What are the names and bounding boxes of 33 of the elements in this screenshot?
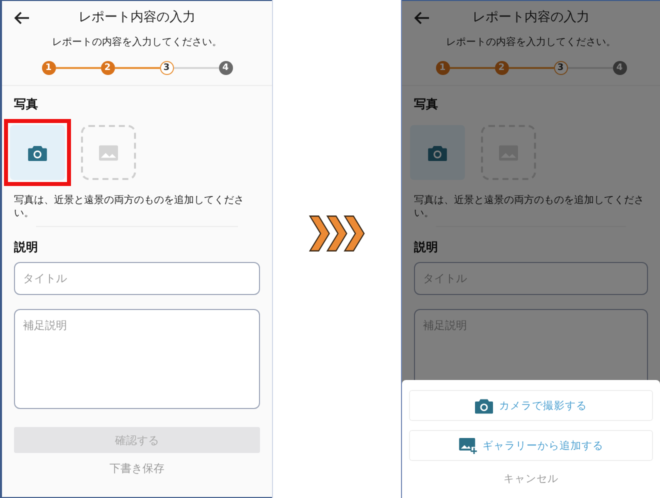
camera-slot[interactable] bbox=[410, 125, 465, 180]
instruction-text: レポートの内容を入力してください。 bbox=[445, 36, 617, 49]
screen-title: レポート内容の入力 bbox=[78, 9, 196, 26]
step-indicator: 2 bbox=[494, 61, 508, 75]
section-heading: 写真 bbox=[14, 96, 39, 113]
cancel-button[interactable]: キャンセル bbox=[502, 470, 560, 488]
chevron-arrows-icon bbox=[309, 214, 365, 252]
description-field[interactable]: 補足説明 bbox=[14, 309, 260, 409]
title-field[interactable]: タイトル bbox=[14, 262, 260, 295]
image-icon bbox=[99, 144, 118, 160]
step-indicator: 1 bbox=[436, 61, 450, 75]
camera-icon bbox=[28, 144, 47, 160]
camera-icon bbox=[475, 398, 493, 414]
add-image-icon bbox=[458, 438, 476, 454]
save-draft-button[interactable]: 下書き保存 bbox=[108, 459, 166, 478]
screen-title: レポート内容の入力 bbox=[472, 9, 590, 26]
camera-slot[interactable] bbox=[10, 125, 65, 180]
step-indicator: 4 bbox=[218, 61, 232, 75]
step-indicator: 1 bbox=[42, 61, 56, 75]
sheet-option[interactable]: ギャラリーから追加する bbox=[409, 430, 653, 461]
camera-icon bbox=[428, 144, 447, 160]
step-indicator: 4 bbox=[612, 61, 626, 75]
step-indicator: 3 bbox=[554, 61, 568, 75]
instruction-text: レポートの内容を入力してください。 bbox=[51, 36, 223, 49]
section-heading: 説明 bbox=[414, 239, 439, 256]
section-heading: 写真 bbox=[414, 96, 439, 113]
back-arrow-icon[interactable] bbox=[14, 11, 30, 25]
photo-hint: 写真は、近景と遠景の両方のものを追加してください。 bbox=[14, 194, 245, 220]
step-indicator: 3 bbox=[160, 61, 174, 75]
photo-hint: 写真は、近景と遠景の両方のものを追加してください。 bbox=[414, 194, 645, 220]
step-indicator: 2 bbox=[100, 61, 114, 75]
sheet-option[interactable]: カメラで撮影する bbox=[409, 390, 653, 421]
section-heading: 説明 bbox=[14, 239, 39, 256]
